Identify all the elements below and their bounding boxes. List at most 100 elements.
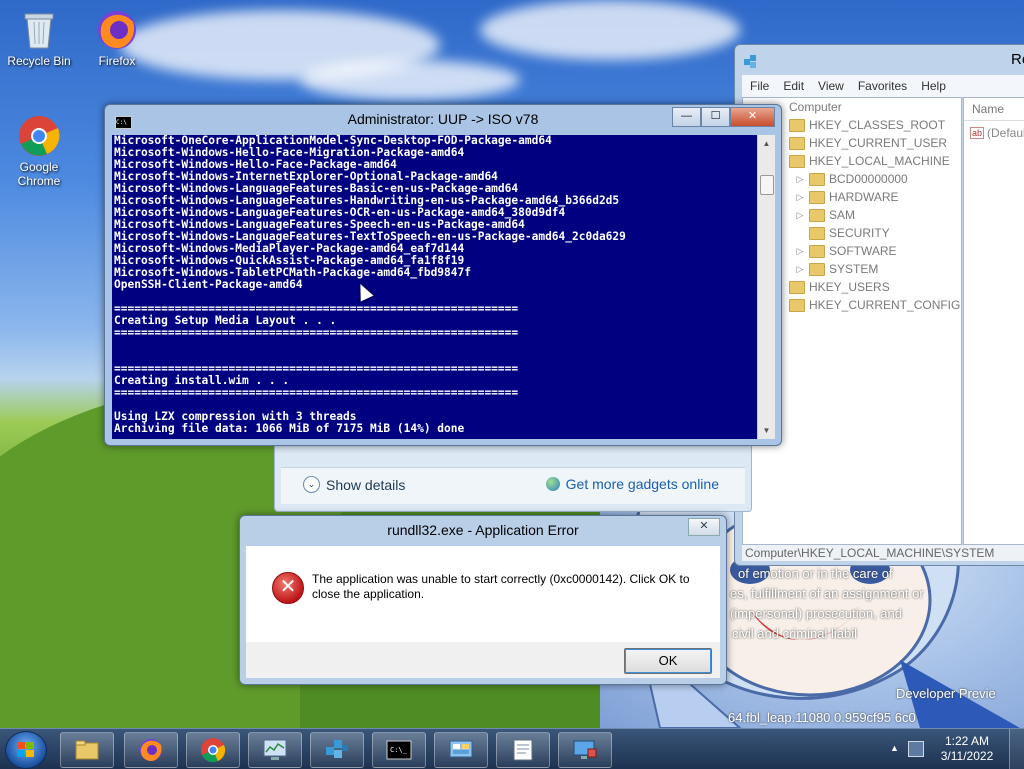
expand-arrow-icon[interactable]: ▷ xyxy=(795,264,805,275)
taskbar: C:\_ ▲ 1:22 AM 3/11/2022 xyxy=(0,728,1024,769)
wallpaper-text: of emotion or in the care of xyxy=(738,566,893,581)
error-icon: ✕ xyxy=(272,572,304,604)
tree-item-hkey-local-machine[interactable]: HKEY_LOCAL_MACHINE xyxy=(789,154,950,168)
column-header-name[interactable]: Name xyxy=(964,98,1024,121)
chevron-down-icon: ⌄ xyxy=(303,476,320,493)
desktop-icon-google-chrome[interactable]: Google Chrome xyxy=(2,114,76,188)
value-row-default[interactable]: ab (Defaul xyxy=(970,126,1024,140)
taskbar-remote-desktop-button[interactable] xyxy=(558,732,612,768)
menu-favorites[interactable]: Favorites xyxy=(858,75,907,97)
close-button[interactable]: ✕ xyxy=(730,107,775,127)
tree-item-computer[interactable]: Computer xyxy=(789,100,842,114)
menu-file[interactable]: File xyxy=(750,75,769,97)
tree-item-hkey-current-config[interactable]: HKEY_CURRENT_CONFIG xyxy=(789,298,960,312)
folder-icon xyxy=(789,298,805,312)
tree-item-hkey-classes-root[interactable]: HKEY_CLASSES_ROOT xyxy=(789,118,945,132)
tree-item-system[interactable]: ▷ SYSTEM xyxy=(795,262,879,276)
menu-edit[interactable]: Edit xyxy=(783,75,804,97)
cloud xyxy=(300,60,520,100)
control-panel-icon xyxy=(449,740,473,758)
cloud xyxy=(480,0,740,60)
maximize-button[interactable]: ☐ xyxy=(701,107,730,127)
wallpaper-text: civil and criminal liabil xyxy=(732,626,857,641)
wallpaper-text: es, fulfillment of an assignment or xyxy=(730,586,924,601)
wallpaper-text: (impersonal) prosecution, and xyxy=(730,606,902,621)
application-error-dialog[interactable]: rundll32.exe - Application Error ✕ ✕ The… xyxy=(239,515,727,685)
start-button[interactable] xyxy=(5,731,47,769)
taskbar-notepad-button[interactable] xyxy=(496,732,550,768)
gadget-panel-footer: ⌄ Show details Get more gadgets online xyxy=(281,467,745,504)
menu-view[interactable]: View xyxy=(818,75,844,97)
registry-values-list[interactable]: Name ab (Defaul xyxy=(963,97,1024,545)
console-titlebar[interactable]: C:\ Administrator: UUP -> ISO v78 — ☐ ✕ xyxy=(105,105,781,135)
chrome-icon xyxy=(201,738,226,763)
folder-icon xyxy=(809,172,825,186)
window-controls: — ☐ ✕ xyxy=(672,107,775,127)
console-output[interactable]: Microsoft-OneCore-ApplicationModel-Sync-… xyxy=(112,135,757,439)
network-icon[interactable] xyxy=(908,741,924,757)
command-prompt-window[interactable]: C:\ Administrator: UUP -> ISO v78 — ☐ ✕ … xyxy=(104,104,782,446)
taskbar-explorer-button[interactable] xyxy=(60,732,114,768)
desktop-icon-recycle-bin[interactable]: Recycle Bin xyxy=(2,8,76,68)
folder-icon xyxy=(789,136,805,150)
wallpaper-text: 64.fbl_leap.11080 0.959cf95 6c0 xyxy=(728,710,916,725)
folder-icon xyxy=(789,118,805,132)
monitor-chart-icon xyxy=(263,739,287,760)
dialog-footer: OK xyxy=(246,642,720,678)
taskbar-control-panel-button[interactable] xyxy=(434,732,488,768)
svg-text:C:\_: C:\_ xyxy=(390,746,408,754)
dialog-message: The application was unable to start corr… xyxy=(312,572,690,601)
notepad-icon xyxy=(513,739,533,761)
get-more-gadgets-link[interactable]: Get more gadgets online xyxy=(545,476,719,492)
show-hidden-icons-icon[interactable]: ▲ xyxy=(890,743,899,753)
tree-item-bcd[interactable]: ▷ BCD00000000 xyxy=(795,172,908,186)
tree-item-sam[interactable]: ▷ SAM xyxy=(795,208,855,222)
taskbar-performance-monitor-button[interactable] xyxy=(248,732,302,768)
taskbar-chrome-button[interactable] xyxy=(186,732,240,768)
console-line: ========================================… xyxy=(114,326,519,339)
chrome-icon xyxy=(17,114,61,158)
scroll-down-icon[interactable]: ▼ xyxy=(758,422,775,439)
tree-item-hardware[interactable]: ▷ HARDWARE xyxy=(795,190,899,204)
regedit-icon xyxy=(744,55,756,68)
expand-arrow-icon[interactable]: ▷ xyxy=(795,174,805,185)
firefox-icon xyxy=(95,8,139,52)
firefox-icon xyxy=(140,739,162,761)
minimize-button[interactable]: — xyxy=(672,107,701,127)
folder-icon xyxy=(809,190,825,204)
console-scrollbar[interactable]: ▲ ▼ xyxy=(757,135,775,439)
dialog-body: ✕ The application was unable to start co… xyxy=(246,546,720,642)
tree-item-hkey-current-user[interactable]: HKEY_CURRENT_USER xyxy=(789,136,947,150)
taskbar-command-prompt-button[interactable]: C:\_ xyxy=(372,732,426,768)
tree-item-security[interactable]: SECURITY xyxy=(795,226,890,240)
expand-arrow-icon[interactable]: ▷ xyxy=(795,192,805,203)
desktop-icon-firefox[interactable]: Firefox xyxy=(80,8,154,68)
dialog-close-button[interactable]: ✕ xyxy=(688,518,720,536)
windows-logo-icon xyxy=(17,742,35,758)
tree-item-software[interactable]: ▷ SOFTWARE xyxy=(795,244,897,258)
console-line: Archiving file data: 1066 MiB of 7175 Mi… xyxy=(114,422,465,435)
clock-time: 1:22 AM xyxy=(944,734,990,748)
show-details-button[interactable]: ⌄ Show details xyxy=(303,476,405,493)
wallpaper-text: Developer Previe xyxy=(896,686,996,701)
expand-arrow-icon[interactable]: ▷ xyxy=(795,246,805,257)
menu-help[interactable]: Help xyxy=(921,75,946,97)
string-value-icon: ab xyxy=(970,127,985,139)
taskbar-firefox-button[interactable] xyxy=(124,732,178,768)
recycle-bin-icon xyxy=(17,8,61,52)
show-desktop-button[interactable] xyxy=(1009,729,1024,769)
get-more-gadgets-label: Get more gadgets online xyxy=(565,476,719,492)
console-line: OpenSSH-Client-Package-amd64 xyxy=(114,278,303,291)
regedit-titlebar[interactable]: Re xyxy=(735,45,1024,75)
regedit-menubar: File Edit View Favorites Help xyxy=(742,75,1024,97)
console-line: ========================================… xyxy=(114,386,519,399)
gadget-gallery-panel: ⌄ Show details Get more gadgets online xyxy=(274,440,752,512)
tree-item-hkey-users[interactable]: HKEY_USERS xyxy=(789,280,890,294)
ok-button[interactable]: OK xyxy=(624,648,712,674)
expand-arrow-icon[interactable]: ▷ xyxy=(795,210,805,221)
scroll-thumb[interactable] xyxy=(760,175,774,195)
taskbar-regedit-button[interactable] xyxy=(310,732,364,768)
clock[interactable]: 1:22 AM 3/11/2022 xyxy=(934,734,1000,764)
scroll-up-icon[interactable]: ▲ xyxy=(758,135,775,152)
